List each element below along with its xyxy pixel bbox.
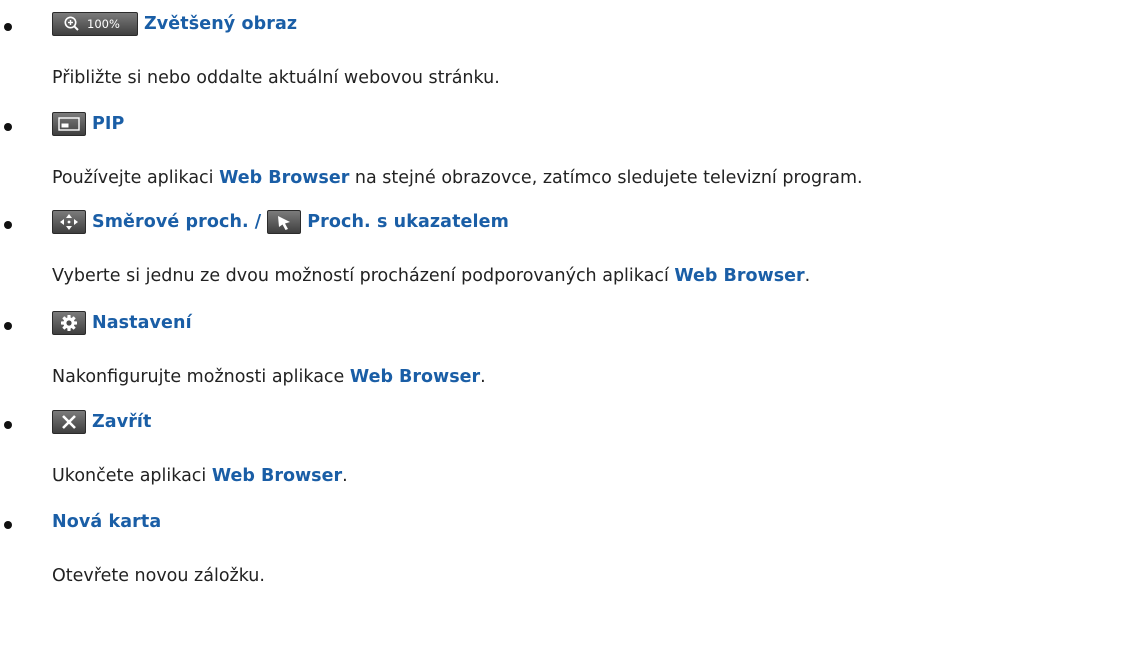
description-text: Nakonfigurujte možnosti aplikace <box>52 367 350 387</box>
bullet <box>4 322 12 330</box>
list-item-new-tab: Nová karta Otevřete novou záložku. <box>0 507 1127 603</box>
item-label: PIP <box>92 114 125 134</box>
item-heading: Směrové proch. / Proch. s ukazatelem <box>52 207 509 237</box>
item-label: Nastavení <box>92 313 192 333</box>
item-label: Nová karta <box>52 512 162 532</box>
item-label-2: Proch. s ukazatelem <box>307 212 509 232</box>
item-heading: Zavřít <box>52 407 152 437</box>
item-label: Zvětšený obraz <box>144 14 298 34</box>
bullet <box>4 521 12 529</box>
description-text: Používejte aplikaci <box>52 168 220 188</box>
zoom-level-text: 100% <box>87 17 120 31</box>
item-description: Vyberte si jednu ze dvou možností prochá… <box>52 266 810 286</box>
list-item-pip: PIP Používejte aplikaci Web Browser na s… <box>0 109 1127 205</box>
keyword-web-browser: Web Browser <box>219 168 350 188</box>
close-icon <box>52 410 86 434</box>
description-text: . <box>342 466 348 486</box>
item-description: Ukončete aplikaci Web Browser. <box>52 466 348 486</box>
list-item-close: Zavřít Ukončete aplikaci Web Browser. <box>0 407 1127 503</box>
item-description: Nakonfigurujte možnosti aplikace Web Bro… <box>52 367 486 387</box>
zoom-in-icon: 100% <box>52 12 138 36</box>
pip-icon <box>52 112 86 136</box>
bullet <box>4 421 12 429</box>
keyword-web-browser: Web Browser <box>674 266 805 286</box>
item-heading: 100% Zvětšený obraz <box>52 9 297 39</box>
item-label: Směrové proch. <box>92 212 249 232</box>
item-description: Používejte aplikaci Web Browser na stejn… <box>52 168 863 188</box>
separator: / <box>254 212 262 232</box>
keyword-web-browser: Web Browser <box>211 466 343 486</box>
item-heading: PIP <box>52 109 124 139</box>
gear-icon <box>52 311 86 335</box>
bullet <box>4 23 12 31</box>
list-item-navigation: Směrové proch. / Proch. s ukazatelem Vyb… <box>0 207 1127 303</box>
item-description: Přibližte si nebo oddalte aktuální webov… <box>52 68 500 88</box>
description-text: . <box>480 367 486 387</box>
description-text: . <box>804 266 811 286</box>
keyword-web-browser: Web Browser <box>349 367 481 387</box>
bullet <box>4 123 12 131</box>
pointer-navigation-icon <box>267 210 302 234</box>
description-text: Vyberte si jednu ze dvou možností prochá… <box>52 266 675 286</box>
item-description: Otevřete novou záložku. <box>52 566 265 586</box>
item-heading: Nastavení <box>52 308 192 338</box>
description-text: na stejné obrazovce, zatímco sledujete t… <box>349 168 863 188</box>
list-item-settings: Nastavení Nakonfigurujte možnosti aplika… <box>0 308 1127 404</box>
bullet <box>4 221 12 229</box>
list-item-zoom: 100% Zvětšený obraz Přibližte si nebo od… <box>0 9 1127 105</box>
item-label: Zavřít <box>92 412 152 432</box>
item-heading: Nová karta <box>52 507 161 537</box>
description-text: Ukončete aplikaci <box>52 466 212 486</box>
directional-navigation-icon <box>52 210 86 234</box>
